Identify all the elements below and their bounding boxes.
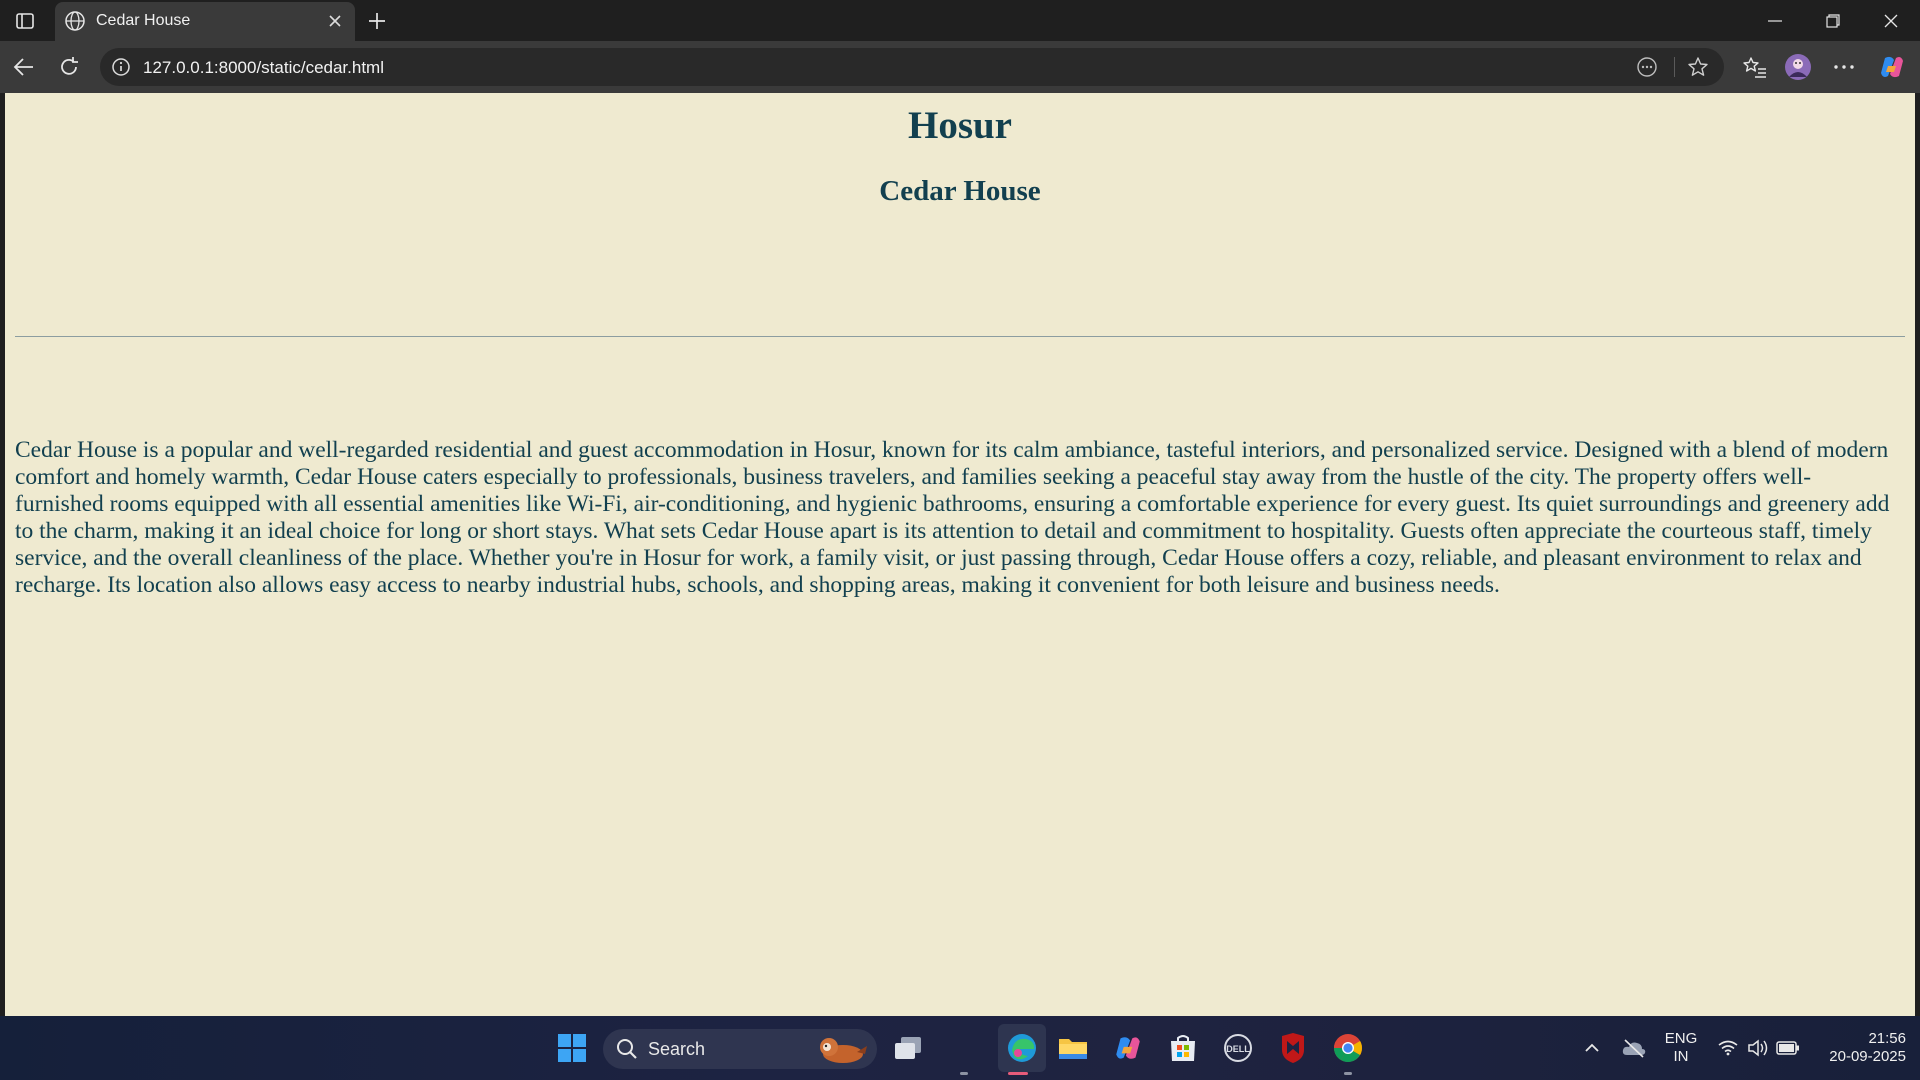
- chrome-indicator: [1344, 1072, 1352, 1075]
- favorites-list-icon[interactable]: [1737, 49, 1773, 85]
- description-paragraph: Cedar House is a popular and well-regard…: [15, 437, 1890, 598]
- copilot-icon[interactable]: [1874, 49, 1910, 85]
- copilot-app-icon[interactable]: [1108, 1028, 1148, 1068]
- page-title: Hosur: [907, 104, 1012, 147]
- language-indicator[interactable]: ENG IN: [1660, 1030, 1702, 1066]
- sidebar-toggle-icon[interactable]: [10, 8, 40, 34]
- file-explorer-icon[interactable]: [1053, 1028, 1093, 1068]
- profile-avatar[interactable]: [1780, 49, 1816, 85]
- page-viewport: Hosur Cedar House Cedar House is a popul…: [5, 93, 1915, 1016]
- globe-icon: [64, 10, 86, 32]
- dell-icon[interactable]: DELL: [1218, 1028, 1258, 1068]
- omnibox-divider: [1674, 57, 1675, 77]
- refresh-icon[interactable]: [51, 49, 87, 85]
- clock[interactable]: 21:56 20-09-2025: [1812, 1030, 1906, 1066]
- clock-time: 21:56: [1868, 1030, 1906, 1047]
- tab-title: Cedar House: [96, 12, 191, 29]
- svg-text:DELL: DELL: [1226, 1044, 1250, 1054]
- chrome-icon[interactable]: [1328, 1028, 1368, 1068]
- tab-close-icon[interactable]: [323, 9, 347, 33]
- red-panda-icon: [813, 1032, 869, 1066]
- battery-icon[interactable]: [1768, 1028, 1808, 1068]
- url-text: 127.0.0.1:8000/static/cedar.html: [143, 58, 384, 77]
- mcafee-icon[interactable]: [1273, 1028, 1313, 1068]
- back-arrow-icon[interactable]: [6, 49, 42, 85]
- address-bar[interactable]: 127.0.0.1:8000/static/cedar.html: [100, 48, 1724, 86]
- more-menu-icon[interactable]: [1826, 49, 1862, 85]
- show-hidden-icons-chevron[interactable]: [1574, 1028, 1610, 1068]
- taskbar-search[interactable]: Search: [603, 1029, 877, 1069]
- restore-icon[interactable]: [1805, 0, 1861, 41]
- task-view-icon[interactable]: [888, 1028, 928, 1068]
- clock-date: 20-09-2025: [1829, 1048, 1906, 1065]
- browser-tab[interactable]: Cedar House: [55, 2, 355, 41]
- page-subtitle: Cedar House: [879, 175, 1041, 207]
- edge-icon[interactable]: [998, 1024, 1046, 1072]
- horizontal-rule: [15, 336, 1905, 337]
- search-label: Search: [648, 1039, 706, 1059]
- task-view-indicator: [960, 1072, 968, 1075]
- browser-toolbar: 127.0.0.1:8000/static/cedar.html: [0, 41, 1920, 93]
- microsoft-store-icon[interactable]: [1163, 1028, 1203, 1068]
- new-tab-icon[interactable]: [362, 6, 392, 36]
- minimize-icon[interactable]: [1747, 0, 1803, 41]
- windows-start-icon[interactable]: [552, 1028, 592, 1068]
- edge-active-indicator: [1008, 1072, 1028, 1075]
- info-icon[interactable]: [111, 57, 131, 77]
- search-icon: [616, 1038, 638, 1060]
- reading-mode-icon[interactable]: [1634, 54, 1660, 80]
- region-code: IN: [1673, 1048, 1689, 1065]
- close-window-icon[interactable]: [1863, 0, 1919, 41]
- title-bar: Cedar House: [0, 0, 1920, 41]
- language-code: ENG: [1664, 1030, 1698, 1047]
- onedrive-offline-icon[interactable]: [1614, 1028, 1654, 1068]
- favorite-star-icon[interactable]: [1685, 54, 1711, 80]
- taskbar: Search DELL ENG IN 21:56 20-09-2025: [0, 1016, 1920, 1080]
